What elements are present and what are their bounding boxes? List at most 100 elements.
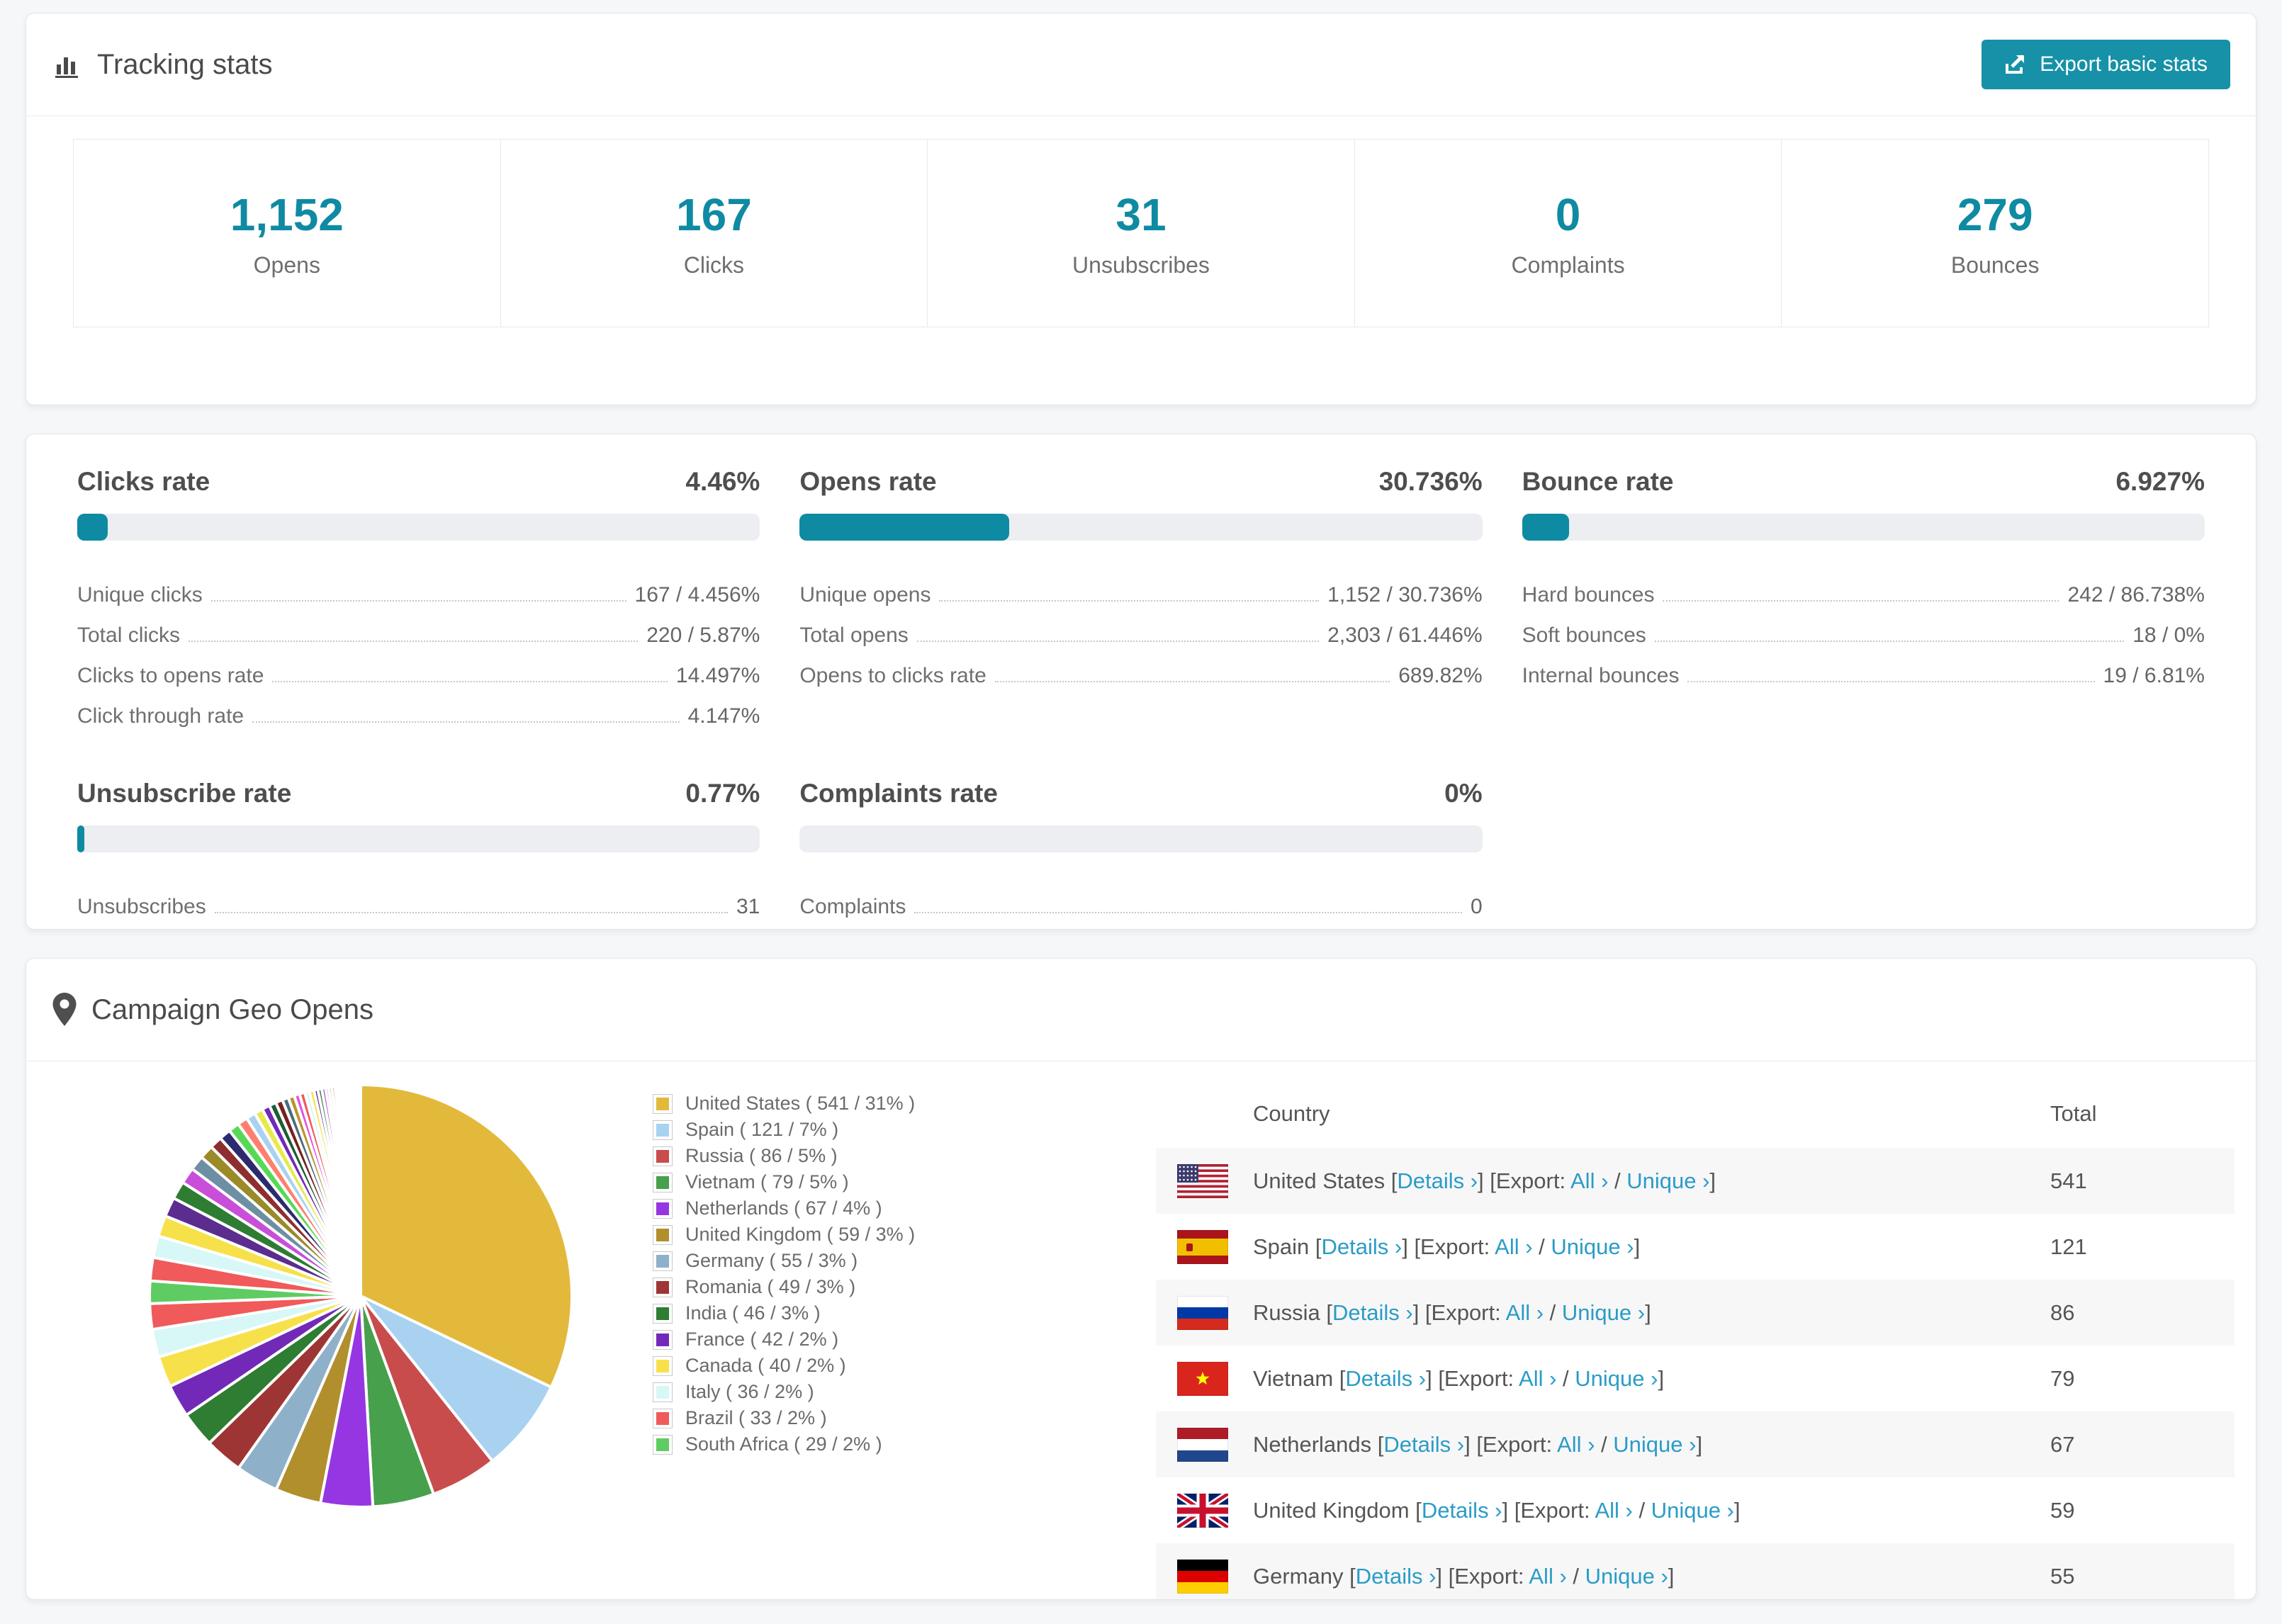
export-basic-stats-button[interactable]: Export basic stats [1982,40,2230,89]
legend-label: United States ( 541 / 31% ) [685,1093,916,1114]
summary-stat-box: 279 Bounces [1781,139,2209,327]
legend-label: South Africa ( 29 / 2% ) [685,1433,882,1455]
legend-item-india[interactable]: India ( 46 / 3% ) [653,1300,915,1326]
rate-value: 30.736% [1378,467,1483,496]
tracking-stats-card: Tracking stats Export basic stats 1,152 O… [26,13,2256,405]
bar-chart-icon [52,49,83,80]
legend-item-romania[interactable]: Romania ( 49 / 3% ) [653,1274,915,1300]
legend-item-russia[interactable]: Russia ( 86 / 5% ) [653,1143,915,1169]
legend-item-france[interactable]: France ( 42 / 2% ) [653,1326,915,1353]
summary-stat-value: 167 [676,188,752,240]
legend-item-germany[interactable]: Germany ( 55 / 3% ) [653,1248,915,1274]
export-all-link[interactable]: All › [1595,1498,1632,1523]
rate-stat-label: Unsubscribes [77,895,206,918]
export-unique-link[interactable]: Unique › [1626,1168,1709,1193]
export-unique-link[interactable]: Unique › [1551,1234,1634,1259]
details-link[interactable]: Details › [1345,1366,1426,1391]
progress-bar [77,514,760,541]
rate-stat-row: Total clicks 220 / 5.87% [77,622,760,648]
rates-row-1: Clicks rate 4.46% Unique clicks 167 / 4.456… [77,467,2205,743]
country-cell: Germany [Details ›] [Export: All › / Uni… [1253,1563,1675,1589]
rate-stat-row: Internal bounces 19 / 6.81% [1522,662,2205,689]
export-all-link[interactable]: All › [1529,1564,1566,1589]
details-link[interactable]: Details › [1332,1300,1413,1325]
export-unique-link[interactable]: Unique › [1562,1300,1645,1325]
total-cell: 67 [2050,1431,2075,1457]
legend-label: Germany ( 55 / 3% ) [685,1250,858,1271]
details-link[interactable]: Details › [1397,1168,1478,1193]
rate-panel-opens-rate: Opens rate 30.736% Unique opens 1,152 / 30.… [799,467,1483,743]
rate-stat-label: Opens to clicks rate [799,664,987,687]
legend-item-spain[interactable]: Spain ( 121 / 7% ) [653,1117,915,1143]
export-unique-link[interactable]: Unique › [1651,1498,1734,1523]
rate-panel-bounce-rate: Bounce rate 6.927% Hard bounces 242 / 86.73… [1522,467,2205,743]
rate-title: Bounce rate [1522,467,1674,496]
rate-title: Clicks rate [77,467,210,496]
legend-swatch [653,1277,673,1297]
details-link[interactable]: Details › [1356,1564,1437,1589]
export-all-link[interactable]: All › [1506,1300,1544,1325]
total-cell: 541 [2050,1168,2087,1193]
dotted-leader [1663,600,2059,602]
legend-item-brazil[interactable]: Brazil ( 33 / 2% ) [653,1405,915,1431]
export-all-link[interactable]: All › [1519,1366,1556,1391]
rate-value: 0% [1444,779,1483,808]
geo-header: Campaign Geo Opens [26,959,2256,1061]
rate-stat-label: Hard bounces [1522,583,1655,607]
rate-stat-value: 14.497% [675,664,760,687]
geo-table: Country Total United States [Details ›] … [1156,1079,2235,1599]
flag-icon-vn [1177,1361,1228,1396]
legend-item-canada[interactable]: Canada ( 40 / 2% ) [653,1353,915,1379]
summary-stat-value: 31 [1115,188,1167,240]
legend-swatch [653,1355,673,1376]
details-link[interactable]: Details › [1383,1432,1464,1457]
export-unique-link[interactable]: Unique › [1585,1564,1668,1589]
export-all-link[interactable]: All › [1570,1168,1608,1193]
tracking-stats-page: Tracking stats Export basic stats 1,152 O… [0,0,2282,1624]
country-cell: Netherlands [Details ›] [Export: All › /… [1253,1431,1703,1457]
rate-stat-value: 19 / 6.81% [2103,664,2205,687]
progress-bar-fill [1522,514,1570,541]
country-cell: United Kingdom [Details ›] [Export: All … [1253,1497,1741,1523]
rate-panel-clicks-rate: Clicks rate 4.46% Unique clicks 167 / 4.456… [77,467,760,743]
rates-row-2: Unsubscribe rate 0.77% Unsubscribes 31 Compl… [77,779,2205,934]
dotted-leader [214,912,728,913]
summary-stat-label: Unsubscribes [1072,252,1210,278]
rate-panel-complaints-rate: Complaints rate 0% Complaints 0 [799,779,1483,934]
rate-stat-row: Clicks to opens rate 14.497% [77,662,760,689]
rate-stat-row: Click through rate 4.147% [77,703,760,729]
pie-slice-other[interactable] [358,1083,362,1297]
legend-item-vietnam[interactable]: Vietnam ( 79 / 5% ) [653,1169,915,1195]
summary-stat-value: 1,152 [230,188,344,240]
details-link[interactable]: Details › [1422,1498,1502,1523]
rate-stat-value: 31 [736,895,760,918]
progress-bar [77,825,760,852]
flag-icon-us [1177,1163,1228,1198]
legend-item-united-kingdom[interactable]: United Kingdom ( 59 / 3% ) [653,1222,915,1248]
rate-stat-value: 220 / 5.87% [646,624,760,647]
dotted-leader [189,641,639,642]
country-column-header: Country [1253,1100,1330,1126]
legend-swatch [653,1251,673,1271]
legend-label: Romania ( 49 / 3% ) [685,1276,856,1297]
export-all-link[interactable]: All › [1557,1432,1595,1457]
flag-icon-de [1177,1559,1228,1594]
legend-item-united-states[interactable]: United States ( 541 / 31% ) [653,1090,915,1117]
legend-item-netherlands[interactable]: Netherlands ( 67 / 4% ) [653,1195,915,1222]
summary-stat-box: 1,152 Opens [73,139,501,327]
export-unique-link[interactable]: Unique › [1613,1432,1696,1457]
legend-item-south-africa[interactable]: South Africa ( 29 / 2% ) [653,1431,915,1457]
summary-stat-value: 279 [1957,188,2033,240]
export-unique-link[interactable]: Unique › [1575,1366,1658,1391]
dotted-leader [939,600,1320,602]
export-all-link[interactable]: All › [1495,1234,1532,1259]
table-row-gb: United Kingdom [Details ›] [Export: All … [1156,1477,2235,1543]
legend-item-italy[interactable]: Italy ( 36 / 2% ) [653,1379,915,1405]
details-link[interactable]: Details › [1322,1234,1403,1259]
export-icon [2004,52,2028,77]
table-row-de: Germany [Details ›] [Export: All › / Uni… [1156,1543,2235,1599]
legend-label: Russia ( 86 / 5% ) [685,1145,838,1166]
progress-bar-fill [799,514,1010,541]
rate-stat-label: Soft bounces [1522,624,1646,647]
summary-stat-box: 0 Complaints [1354,139,1782,327]
